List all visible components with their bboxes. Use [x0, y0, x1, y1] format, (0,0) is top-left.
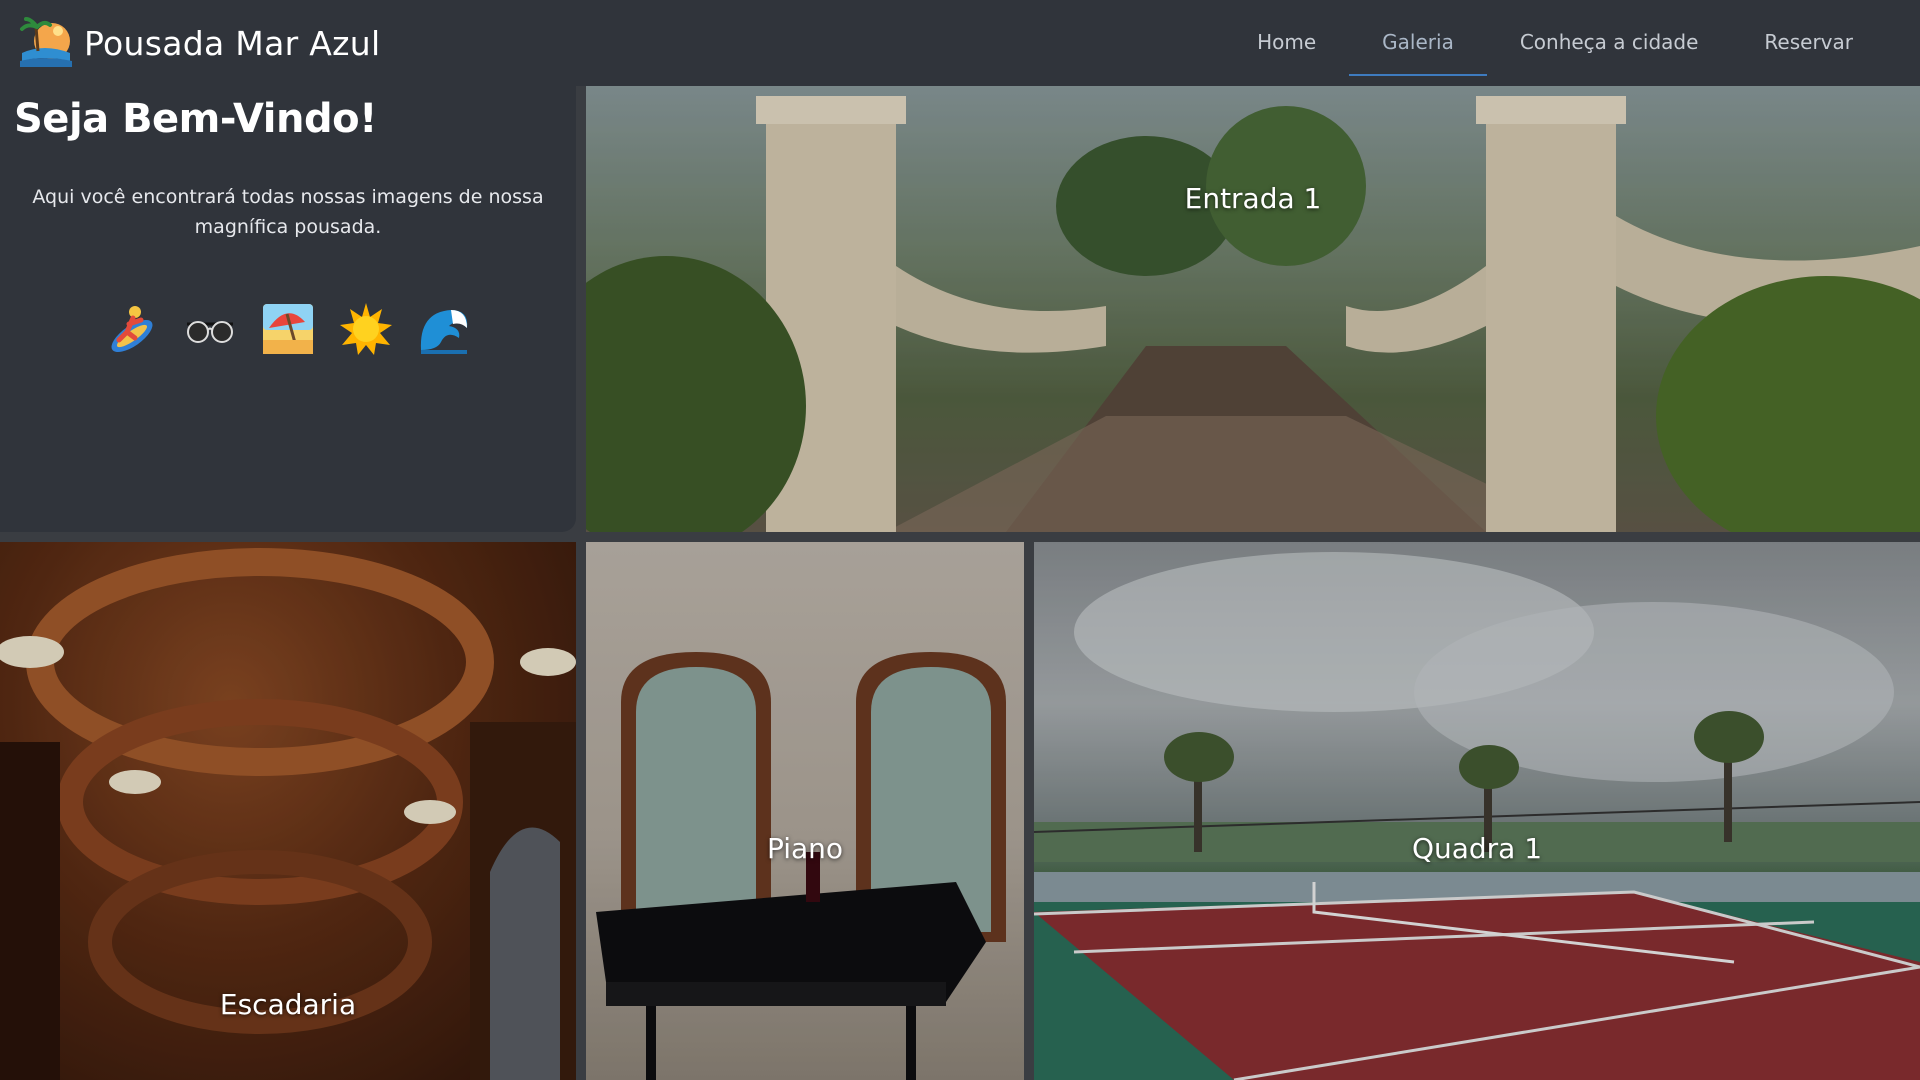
- brand[interactable]: Pousada Mar Azul: [14, 17, 380, 69]
- navbar: Pousada Mar Azul Home Galeria Conheça a …: [0, 0, 1920, 86]
- gallery-item-quadra[interactable]: Quadra 1: [1034, 542, 1920, 1080]
- intro-text: Aqui você encontrará todas nossas imagen…: [32, 186, 544, 238]
- wave-icon: [417, 302, 471, 356]
- nav-home[interactable]: Home: [1224, 10, 1349, 76]
- main-nav: Home Galeria Conheça a cidade Reservar: [1224, 0, 1886, 86]
- brand-title: Pousada Mar Azul: [84, 23, 381, 63]
- sun-icon: [339, 302, 393, 356]
- nav-conheca-a-cidade[interactable]: Conheça a cidade: [1487, 10, 1732, 76]
- nav-galeria[interactable]: Galeria: [1349, 10, 1487, 76]
- gallery-caption-piano: Piano: [766, 832, 844, 865]
- intro-panel: Seja Bem-Vindo! Aqui você encontrará tod…: [0, 86, 576, 532]
- gallery-caption-entrada: Entrada 1: [1184, 182, 1322, 215]
- image-shade: [1034, 542, 1920, 1080]
- gallery-item-entrada[interactable]: Entrada 1: [586, 86, 1920, 532]
- nav-reservar[interactable]: Reservar: [1731, 10, 1886, 76]
- gallery-item-piano[interactable]: Piano: [586, 542, 1024, 1080]
- image-shade: [586, 86, 1920, 532]
- sunglasses-icon: [183, 302, 237, 356]
- image-shade: [586, 542, 1024, 1080]
- page-title: Seja Bem-Vindo!: [14, 96, 377, 142]
- surfer-icon: [105, 302, 159, 356]
- beach-umbrella-icon: [261, 302, 315, 356]
- beach-logo-icon: [14, 17, 74, 69]
- gallery-item-escadaria[interactable]: Escadaria: [0, 542, 576, 1080]
- gallery-caption-quadra: Quadra 1: [1411, 832, 1543, 865]
- emoji-row: [14, 302, 562, 356]
- gallery-caption-escadaria: Escadaria: [219, 988, 357, 1021]
